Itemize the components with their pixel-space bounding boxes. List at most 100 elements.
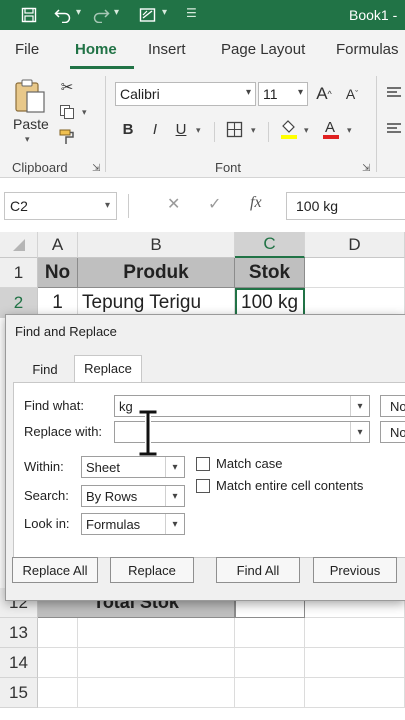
font-family-select[interactable]: Calibri ▾ [115, 82, 256, 106]
align-left-icon[interactable] [383, 118, 405, 140]
look-in-label: Look in: [24, 516, 70, 531]
cell-d1[interactable] [305, 258, 405, 288]
tab-file[interactable]: File [15, 41, 39, 58]
font-group-label: Font [215, 160, 242, 175]
align-top-icon[interactable] [383, 82, 405, 104]
font-color-dropdown-icon[interactable]: ▾ [347, 125, 352, 136]
font-size-select[interactable]: 11 ▾ [258, 82, 308, 106]
column-header-b[interactable]: B [78, 232, 235, 258]
form-icon[interactable] [137, 4, 159, 26]
match-case-checkbox[interactable]: Match case [196, 456, 282, 471]
column-header-a[interactable]: A [38, 232, 78, 258]
undo-icon[interactable] [52, 4, 74, 26]
match-entire-checkbox[interactable]: Match entire cell contents [196, 478, 363, 493]
cancel-icon[interactable]: ✕ [167, 194, 180, 214]
cell-a13[interactable] [38, 618, 78, 648]
row-header-15[interactable]: 15 [0, 678, 38, 708]
within-select[interactable]: Sheet ▾ [81, 456, 185, 478]
increase-font-size-icon[interactable]: A ^ [312, 82, 336, 106]
tab-home[interactable]: Home [75, 41, 117, 58]
cell-d14[interactable] [305, 648, 405, 678]
find-what-label: Find what: [24, 398, 84, 413]
select-all-corner[interactable] [0, 232, 38, 258]
redo-dropdown-icon[interactable]: ▾ [114, 7, 119, 18]
undo-dropdown-icon[interactable]: ▾ [76, 7, 81, 18]
row-header-14[interactable]: 14 [0, 648, 38, 678]
underline-button[interactable]: U [170, 118, 192, 140]
find-format-preview[interactable]: No [380, 395, 405, 417]
formula-bar: C2 ▾ ✕ ✓ fx 100 kg [0, 178, 405, 232]
cell-c15[interactable] [235, 678, 305, 708]
fill-color-dropdown-icon[interactable]: ▾ [304, 125, 309, 136]
name-box[interactable]: C2 ▾ [4, 192, 117, 220]
replace-format-preview[interactable]: No [380, 421, 405, 443]
tab-formulas[interactable]: Formulas [336, 41, 399, 58]
italic-button[interactable]: I [144, 118, 166, 140]
cell-d15[interactable] [305, 678, 405, 708]
text-cursor-icon [138, 410, 158, 456]
column-header-c[interactable]: C [235, 232, 305, 258]
paste-label[interactable]: Paste [13, 116, 49, 132]
enter-icon[interactable]: ✓ [208, 194, 221, 214]
tab-page-layout[interactable]: Page Layout [221, 41, 305, 58]
underline-dropdown-icon[interactable]: ▾ [196, 125, 201, 136]
look-in-select[interactable]: Formulas ▾ [81, 513, 185, 535]
copy-icon[interactable] [56, 101, 78, 123]
previous-button[interactable]: Previous [313, 557, 397, 583]
ribbon-separator [376, 76, 377, 172]
clipboard-launcher-icon[interactable]: ⇲ [92, 163, 100, 174]
search-select[interactable]: By Rows ▾ [81, 485, 185, 507]
chevron-down-icon[interactable]: ▾ [165, 486, 184, 506]
borders-icon[interactable] [223, 118, 245, 140]
chevron-down-icon[interactable]: ▾ [350, 422, 369, 442]
cell-a14[interactable] [38, 648, 78, 678]
chevron-down-icon[interactable]: ▾ [350, 396, 369, 416]
cell-b1[interactable]: Produk [78, 258, 235, 288]
bold-button[interactable]: B [117, 118, 139, 140]
save-icon[interactable] [18, 4, 40, 26]
formula-input[interactable]: 100 kg [286, 192, 405, 220]
column-header-d[interactable]: D [305, 232, 405, 258]
fill-color-icon[interactable] [278, 116, 300, 142]
decrease-font-size-icon[interactable]: Aˇ [340, 82, 364, 106]
tab-find[interactable]: Find [24, 357, 66, 382]
replace-all-button[interactable]: Replace All [12, 557, 98, 583]
checkbox-box[interactable] [196, 478, 210, 493]
tab-insert[interactable]: Insert [148, 41, 186, 58]
replace-with-label: Replace with: [24, 424, 103, 439]
chevron-down-icon[interactable]: ▾ [165, 514, 184, 534]
chevron-down-icon[interactable]: ▾ [165, 457, 184, 477]
font-color-icon[interactable]: A [320, 116, 342, 142]
cell-b15[interactable] [78, 678, 235, 708]
paste-dropdown-icon[interactable]: ▾ [25, 134, 30, 145]
row-header-13[interactable]: 13 [0, 618, 38, 648]
cell-b14[interactable] [78, 648, 235, 678]
font-launcher-icon[interactable]: ⇲ [362, 163, 370, 174]
chevron-down-icon: ▾ [104, 200, 110, 211]
row-header-1[interactable]: 1 [0, 258, 38, 288]
borders-dropdown-icon[interactable]: ▾ [251, 125, 256, 136]
title-bar: ▾ ▾ ▾ ☰ Book1 - [0, 0, 405, 30]
find-all-button[interactable]: Find All [216, 557, 300, 583]
format-painter-icon[interactable] [56, 126, 78, 148]
customize-toolbar-icon[interactable]: ☰ [186, 6, 197, 20]
cell-c14[interactable] [235, 648, 305, 678]
cell-a15[interactable] [38, 678, 78, 708]
copy-dropdown-icon[interactable]: ▾ [82, 107, 87, 118]
redo-icon[interactable] [90, 4, 112, 26]
replace-button[interactable]: Replace [110, 557, 194, 583]
cell-c13[interactable] [235, 618, 305, 648]
tab-replace[interactable]: Replace [74, 355, 142, 382]
checkbox-box[interactable] [196, 456, 210, 471]
ribbon-separator [268, 122, 269, 142]
cell-c1[interactable]: Stok [235, 258, 305, 288]
cell-b13[interactable] [78, 618, 235, 648]
cut-icon[interactable]: ✂ [56, 76, 78, 98]
insert-function-button[interactable]: fx [250, 194, 262, 212]
cell-a1[interactable]: No [38, 258, 78, 288]
paste-button[interactable] [12, 76, 48, 116]
cell-d13[interactable] [305, 618, 405, 648]
within-label: Within: [24, 459, 64, 474]
ribbon-separator [214, 122, 215, 142]
form-dropdown-icon[interactable]: ▾ [162, 7, 167, 18]
